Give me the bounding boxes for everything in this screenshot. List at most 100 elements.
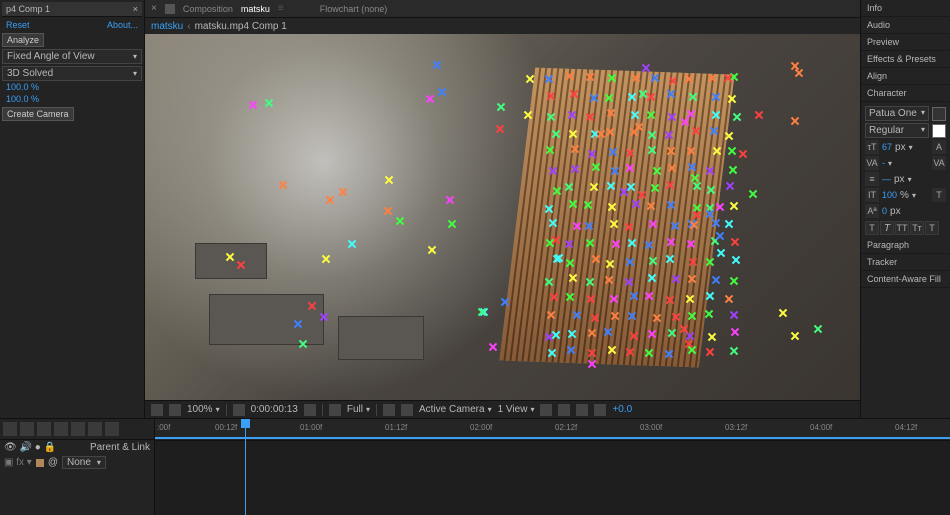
track-point[interactable] <box>548 218 558 228</box>
solve-status-dropdown[interactable]: 3D Solved ▾ <box>2 66 142 81</box>
track-point[interactable] <box>427 245 437 255</box>
track-point[interactable] <box>525 74 535 84</box>
property-value-2[interactable]: 100.0 % <box>2 93 142 105</box>
track-point[interactable] <box>667 163 677 173</box>
track-point[interactable] <box>729 201 739 211</box>
track-point[interactable] <box>585 238 595 248</box>
track-point[interactable] <box>711 92 721 102</box>
track-point[interactable] <box>648 219 658 229</box>
track-point[interactable] <box>609 294 619 304</box>
track-point[interactable] <box>705 257 715 267</box>
panel-align[interactable]: Align <box>861 68 950 85</box>
panel-character[interactable]: Character <box>861 85 950 102</box>
track-point[interactable] <box>565 71 575 81</box>
quality-dropdown[interactable]: Full▾ <box>347 404 370 415</box>
track-point[interactable] <box>705 347 715 357</box>
track-point[interactable] <box>500 297 510 307</box>
track-point[interactable] <box>603 327 613 337</box>
track-point[interactable] <box>596 129 606 139</box>
track-point[interactable] <box>488 342 498 352</box>
track-point[interactable] <box>724 131 734 141</box>
track-point[interactable] <box>583 200 593 210</box>
track-point[interactable] <box>608 147 618 157</box>
track-point[interactable] <box>667 328 677 338</box>
track-point[interactable] <box>729 310 739 320</box>
track-point[interactable] <box>544 332 554 342</box>
track-point[interactable] <box>567 110 577 120</box>
track-point[interactable] <box>624 222 634 232</box>
track-point[interactable] <box>549 292 559 302</box>
track-point[interactable] <box>665 295 675 305</box>
track-point[interactable] <box>728 165 738 175</box>
track-point[interactable] <box>709 126 719 136</box>
track-point[interactable] <box>648 256 658 266</box>
track-point[interactable] <box>644 348 654 358</box>
track-point[interactable] <box>727 146 737 156</box>
track-point[interactable] <box>690 173 700 183</box>
track-point[interactable] <box>664 349 674 359</box>
track-point[interactable] <box>587 359 597 369</box>
track-point[interactable] <box>687 311 697 321</box>
track-point[interactable] <box>545 145 555 155</box>
track-point[interactable] <box>293 319 303 329</box>
composition-viewer[interactable] <box>145 34 860 400</box>
track-point[interactable] <box>754 110 764 120</box>
track-point[interactable] <box>670 221 680 231</box>
exposure-value[interactable]: +0.0 <box>612 404 632 415</box>
track-point[interactable] <box>395 216 405 226</box>
track-point[interactable] <box>432 60 442 70</box>
track-point[interactable] <box>383 206 393 216</box>
font-size-value[interactable]: 67 <box>882 142 892 152</box>
fast-preview-icon[interactable] <box>540 404 552 416</box>
create-camera-button[interactable]: Create Camera <box>2 107 74 121</box>
track-point[interactable] <box>606 108 616 118</box>
layer-color-chip[interactable] <box>36 459 44 467</box>
track-point[interactable] <box>666 146 676 156</box>
track-point[interactable] <box>570 164 580 174</box>
track-point[interactable] <box>298 339 308 349</box>
track-point[interactable] <box>590 313 600 323</box>
track-point[interactable] <box>338 187 348 197</box>
track-point[interactable] <box>278 180 288 190</box>
track-point[interactable] <box>688 257 698 267</box>
camera-dropdown[interactable]: Active Camera▾ <box>419 404 492 415</box>
track-point[interactable] <box>551 235 561 245</box>
track-point[interactable] <box>625 257 635 267</box>
track-point[interactable] <box>570 144 580 154</box>
track-point[interactable] <box>586 294 596 304</box>
track-point[interactable] <box>585 277 595 287</box>
track-point[interactable] <box>652 313 662 323</box>
track-point[interactable] <box>564 182 574 192</box>
track-point[interactable] <box>748 189 758 199</box>
track-point[interactable] <box>716 248 726 258</box>
vertical-scale-value[interactable]: 100 <box>882 190 897 200</box>
timeline-track-area[interactable]: :00f 00:12f01:00f01:12f02:00f02:12f03:00… <box>155 419 950 515</box>
faux-bold-toggle[interactable]: T <box>865 221 879 235</box>
small-caps-toggle[interactable]: Tт <box>910 221 924 235</box>
track-point[interactable] <box>666 200 676 210</box>
track-point[interactable] <box>637 190 647 200</box>
fill-color-swatch[interactable] <box>932 124 946 138</box>
track-point[interactable] <box>652 166 662 176</box>
pickwhip-icon[interactable]: @ <box>48 457 58 468</box>
track-point[interactable] <box>667 112 677 122</box>
track-point[interactable] <box>544 204 554 214</box>
track-point[interactable] <box>647 145 657 155</box>
panel-audio[interactable]: Audio <box>861 17 950 34</box>
magnify-icon[interactable] <box>151 404 163 416</box>
track-point[interactable] <box>625 148 635 158</box>
close-icon[interactable]: × <box>133 4 138 14</box>
track-point[interactable] <box>625 163 635 173</box>
track-point[interactable] <box>625 347 635 357</box>
track-point[interactable] <box>609 219 619 229</box>
track-point[interactable] <box>496 102 506 112</box>
panel-effects-presets[interactable]: Effects & Presets <box>861 51 950 68</box>
track-point[interactable] <box>689 220 699 230</box>
all-caps-toggle[interactable]: TT <box>895 221 909 235</box>
track-point[interactable] <box>641 63 651 73</box>
track-point[interactable] <box>605 259 615 269</box>
track-point[interactable] <box>644 240 654 250</box>
track-point[interactable] <box>591 162 601 172</box>
track-point[interactable] <box>566 345 576 355</box>
track-point[interactable] <box>706 185 716 195</box>
